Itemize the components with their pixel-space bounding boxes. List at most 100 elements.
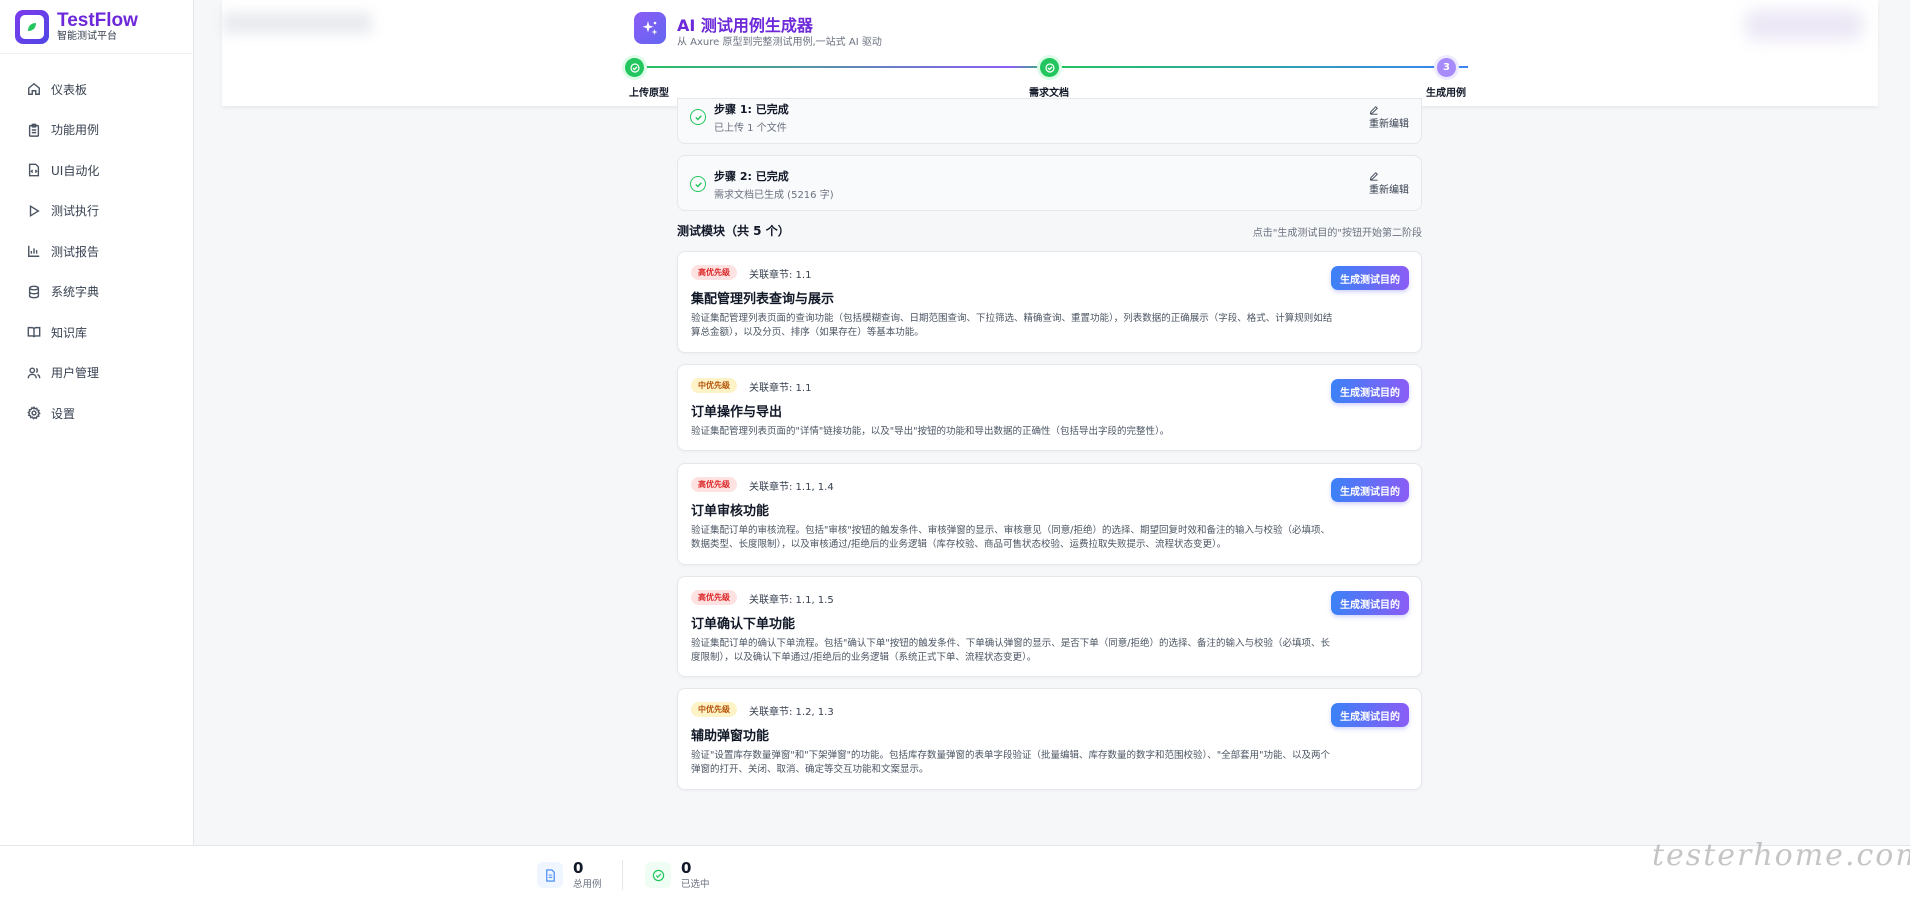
module-card: 中优先级 关联章节: 1.1 订单操作与导出 验证集配管理列表页面的"详情"链接… bbox=[677, 364, 1422, 451]
stat-selected-label: 已选中 bbox=[681, 879, 710, 890]
module-description: 验证集配管理列表页面的"详情"链接功能，以及"导出"按钮的功能和导出数据的正确性… bbox=[691, 426, 1170, 437]
sidebar-item-user-management[interactable]: 用户管理 bbox=[0, 353, 193, 394]
sidebar-item-test-execution[interactable]: 测试执行 bbox=[0, 191, 193, 232]
modules-section-title: 测试模块（共 5 个） bbox=[677, 224, 790, 238]
sidebar-item-label: 仪表板 bbox=[51, 82, 88, 97]
module-title: 订单审核功能 bbox=[691, 504, 770, 519]
priority-badge: 高优先级 bbox=[691, 265, 737, 280]
sidebar-item-label: 系统字典 bbox=[51, 285, 100, 300]
sidebar-item-label: 功能用例 bbox=[51, 123, 100, 138]
generate-purpose-button[interactable]: 生成测试目的 bbox=[1331, 478, 1409, 502]
sidebar-item-label: 知识库 bbox=[51, 325, 88, 340]
module-description: 验证集配管理列表页面的查询功能（包括模糊查询、日期范围查询、下拉筛选、精确查询、… bbox=[691, 313, 1333, 338]
bar-chart-icon bbox=[28, 246, 40, 258]
sidebar-item-settings[interactable]: 设置 bbox=[0, 393, 193, 434]
module-card: 中优先级 关联章节: 1.2, 1.3 辅助弹窗功能 验证"设置库存数量弹窗"和… bbox=[677, 688, 1422, 790]
generator-header: AI 测试用例生成器 从 Axure 原型到完整测试用例,一站式 AI 驱动 上… bbox=[222, 0, 1878, 106]
module-title: 集配管理列表查询与展示 bbox=[691, 292, 835, 307]
check-circle-icon bbox=[690, 109, 706, 125]
sidebar-item-label: 用户管理 bbox=[51, 366, 100, 381]
pencil-icon bbox=[1369, 106, 1378, 115]
watermark: testerhome.com bbox=[1652, 838, 1910, 873]
generate-purpose-button[interactable]: 生成测试目的 bbox=[1331, 591, 1409, 615]
generate-purpose-button[interactable]: 生成测试目的 bbox=[1331, 266, 1409, 290]
module-title: 订单操作与导出 bbox=[691, 405, 783, 420]
module-chapter: 关联章节: 1.1 bbox=[749, 383, 812, 394]
sidebar-item-knowledge-base[interactable]: 知识库 bbox=[0, 312, 193, 353]
stat-total-value: 0 bbox=[573, 859, 584, 877]
stat-total-cases: 0 总用例 bbox=[537, 860, 602, 890]
home-icon bbox=[28, 83, 40, 96]
gear-icon bbox=[27, 406, 41, 420]
priority-badge: 中优先级 bbox=[691, 702, 737, 717]
module-title: 辅助弹窗功能 bbox=[691, 729, 770, 744]
stat-total-label: 总用例 bbox=[573, 879, 602, 890]
step-number: 3 bbox=[1443, 62, 1450, 73]
modules-section-hint: 点击"生成测试目的"按钮开始第二阶段 bbox=[1252, 228, 1422, 239]
footer-stats-bar: 0 总用例 0 已选中 bbox=[0, 845, 1910, 903]
module-title: 订单确认下单功能 bbox=[691, 617, 796, 632]
module-card: 高优先级 关联章节: 1.1, 1.5 订单确认下单功能 验证集配订单的确认下单… bbox=[677, 576, 1422, 677]
sidebar-item-functional-cases[interactable]: 功能用例 bbox=[0, 110, 193, 151]
module-chapter: 关联章节: 1.1, 1.4 bbox=[749, 482, 834, 493]
step-upload-dot[interactable] bbox=[625, 58, 644, 77]
sidebar-item-test-reports[interactable]: 测试报告 bbox=[0, 231, 193, 272]
re-edit-label: 重新编辑 bbox=[1369, 185, 1409, 196]
leaf-icon bbox=[20, 14, 44, 39]
sidebar-nav: 仪表板 功能用例 UI自动化 测试执行 测试报告 系统字典 知识库 用户管理 设… bbox=[0, 69, 193, 434]
sidebar-item-dashboard[interactable]: 仪表板 bbox=[0, 69, 193, 110]
step-upload-label: 上传原型 bbox=[629, 88, 669, 99]
completed-step-subtitle: 已上传 1 个文件 bbox=[714, 123, 787, 134]
re-edit-label: 重新编辑 bbox=[1369, 119, 1409, 130]
users-icon bbox=[27, 367, 41, 379]
completed-step-card: 步骤 2: 已完成 需求文档已生成 (5216 字) 重新编辑 bbox=[677, 155, 1422, 211]
page-subtitle: 从 Axure 原型到完整测试用例,一站式 AI 驱动 bbox=[677, 37, 882, 48]
completed-step-card: 步骤 1: 已完成 已上传 1 个文件 重新编辑 bbox=[677, 98, 1422, 144]
stat-divider bbox=[622, 860, 623, 890]
brand[interactable]: TestFlow 智能测试平台 bbox=[0, 0, 193, 54]
module-card: 高优先级 关联章节: 1.1 集配管理列表查询与展示 验证集配管理列表页面的查询… bbox=[677, 251, 1422, 353]
step-generate-dot[interactable]: 3 bbox=[1437, 58, 1456, 77]
sidebar-item-system-dictionary[interactable]: 系统字典 bbox=[0, 272, 193, 313]
sidebar-item-label: 测试执行 bbox=[51, 204, 100, 219]
book-icon bbox=[27, 327, 41, 338]
module-chapter: 关联章节: 1.2, 1.3 bbox=[749, 707, 834, 718]
check-icon bbox=[629, 62, 640, 73]
step-requirements-label: 需求文档 bbox=[1029, 88, 1069, 99]
sidebar-item-label: 设置 bbox=[51, 406, 76, 421]
module-description: 验证"设置库存数量弹窗"和"下架弹窗"的功能。包括库存数量弹窗的表单字段验证（批… bbox=[691, 750, 1330, 775]
sidebar-item-label: UI自动化 bbox=[51, 163, 100, 178]
clipboard-icon bbox=[28, 123, 40, 137]
pencil-icon bbox=[1369, 172, 1378, 181]
stat-selected: 0 已选中 bbox=[645, 860, 710, 890]
priority-badge: 高优先级 bbox=[691, 477, 737, 492]
step-requirements-dot[interactable] bbox=[1040, 58, 1059, 77]
completed-step-title: 步骤 2: 已完成 bbox=[714, 170, 789, 183]
re-edit-button[interactable]: 重新编辑 bbox=[1369, 171, 1409, 196]
module-card: 高优先级 关联章节: 1.1, 1.4 订单审核功能 验证集配订单的审核流程。包… bbox=[677, 463, 1422, 565]
document-icon bbox=[537, 862, 563, 888]
generate-purpose-button[interactable]: 生成测试目的 bbox=[1331, 703, 1409, 727]
blurred-header-text bbox=[222, 12, 372, 34]
sparkles-icon bbox=[634, 12, 666, 44]
brand-subtitle: 智能测试平台 bbox=[57, 30, 117, 42]
priority-badge: 中优先级 bbox=[691, 378, 737, 393]
re-edit-button[interactable]: 重新编辑 bbox=[1369, 105, 1409, 130]
priority-badge: 高优先级 bbox=[691, 590, 737, 605]
check-circle-icon bbox=[645, 862, 671, 888]
completed-step-subtitle: 需求文档已生成 (5216 字) bbox=[714, 190, 834, 201]
database-icon bbox=[28, 285, 40, 299]
module-description: 验证集配订单的审核流程。包括"审核"按钮的触发条件、审核弹窗的显示、审核意见（同… bbox=[691, 525, 1330, 550]
brand-logo bbox=[15, 9, 49, 44]
brand-name: TestFlow bbox=[57, 9, 138, 31]
generate-purpose-button[interactable]: 生成测试目的 bbox=[1331, 379, 1409, 403]
check-icon bbox=[1044, 62, 1055, 73]
check-circle-icon bbox=[690, 176, 706, 192]
blurred-user-area bbox=[1745, 10, 1863, 40]
sidebar-item-ui-automation[interactable]: UI自动化 bbox=[0, 150, 193, 191]
module-chapter: 关联章节: 1.1, 1.5 bbox=[749, 595, 834, 606]
module-description: 验证集配订单的确认下单流程。包括"确认下单"按钮的触发条件、下单确认弹窗的显示、… bbox=[691, 638, 1330, 663]
step-generate-label: 生成用例 bbox=[1426, 88, 1466, 99]
completed-step-title: 步骤 1: 已完成 bbox=[714, 103, 789, 116]
sidebar: TestFlow 智能测试平台 仪表板 功能用例 UI自动化 测试执行 测试报告… bbox=[0, 0, 194, 845]
